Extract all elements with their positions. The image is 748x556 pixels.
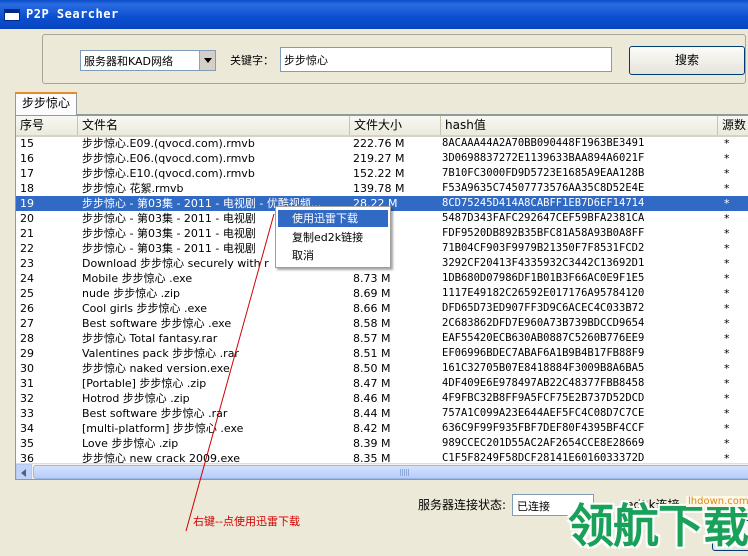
watermark-logo: 领航下载 lhdown.com xyxy=(560,486,748,553)
annotation-line xyxy=(185,213,275,532)
annotation-arrow xyxy=(185,213,275,532)
annotation-text: 右键--点使用迅雷下载 xyxy=(193,515,300,528)
server-status-label: 服务器连接状态: xyxy=(418,498,507,512)
watermark-url: lhdown.com xyxy=(686,496,748,507)
